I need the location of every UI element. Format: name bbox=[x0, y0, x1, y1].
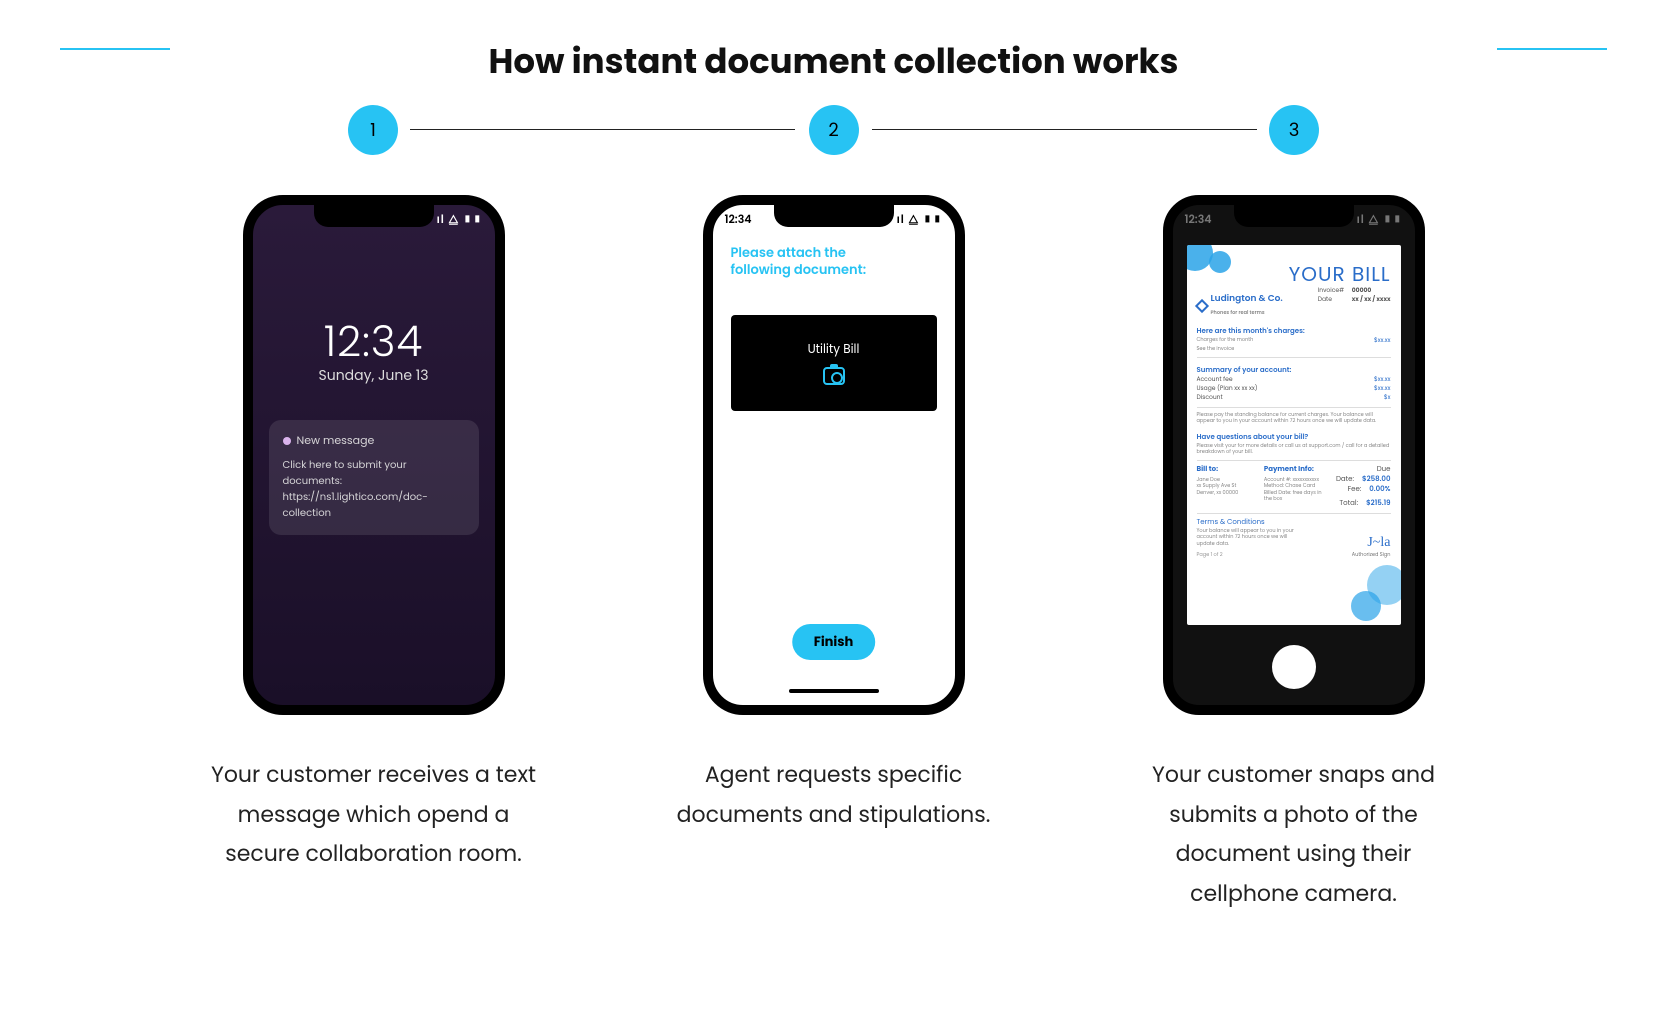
status-time: 12:34 bbox=[725, 211, 752, 228]
step-3-column: 12:34 ıl ⧋ ▮▮ YOUR BILL Ludington & Co. … bbox=[1124, 195, 1464, 913]
status-time: 12:34 bbox=[1185, 211, 1212, 228]
step-indicator: 1 2 3 bbox=[0, 95, 1667, 165]
bill-disclaimer: Please pay the standing balance for curr… bbox=[1197, 412, 1391, 425]
bill-meta: Invoice#00000 Datexx / xx / xxxx bbox=[1318, 287, 1391, 305]
phone-mock-lockscreen: 12:34 ıl ⧋ ▮▮ 12:34 Sunday, June 13 New … bbox=[243, 195, 505, 715]
camera-icon bbox=[823, 367, 845, 385]
step-connector-2 bbox=[872, 129, 1257, 130]
step-2-badge: 2 bbox=[809, 105, 859, 155]
notification-app-icon bbox=[283, 437, 291, 445]
captured-document: YOUR BILL Ludington & Co. Phones for rea… bbox=[1187, 245, 1401, 625]
company-logo-icon bbox=[1194, 299, 1208, 313]
step-1-caption: Your customer receives a text message wh… bbox=[204, 755, 544, 874]
section-questions: Have questions about your bill? bbox=[1197, 433, 1391, 443]
step-2-caption: Agent requests specific documents and st… bbox=[664, 755, 1004, 834]
step-1-badge: 1 bbox=[348, 105, 398, 155]
section-summary: Summary of your account: bbox=[1197, 366, 1391, 376]
phone-mock-capture: 12:34 ıl ⧋ ▮▮ YOUR BILL Ludington & Co. … bbox=[1163, 195, 1425, 715]
notification-title: New message bbox=[297, 432, 375, 449]
decor-blob bbox=[1351, 591, 1381, 621]
lockscreen-clock: 12:34 bbox=[253, 310, 495, 373]
status-icons: ıl ⧋ ▮▮ bbox=[437, 211, 483, 228]
payinfo-title: Payment Info: bbox=[1264, 465, 1323, 475]
decor-line-left bbox=[60, 48, 170, 50]
terms-title: Terms & Conditions bbox=[1197, 518, 1307, 528]
decor-blob bbox=[1209, 251, 1231, 273]
page-number: Page 1 of 2 bbox=[1197, 551, 1307, 559]
step-1-column: 12:34 ıl ⧋ ▮▮ 12:34 Sunday, June 13 New … bbox=[204, 195, 544, 913]
document-upload-tile[interactable]: Utility Bill bbox=[731, 315, 937, 411]
finish-button[interactable]: Finish bbox=[792, 624, 876, 660]
phone-mock-upload: 12:34 ıl ⧋ ▮▮ Please attach the followin… bbox=[703, 195, 965, 715]
company-tagline: Phones for real terms bbox=[1211, 309, 1265, 316]
notification-body-line1: Click here to submit your documents: bbox=[283, 457, 465, 489]
home-button[interactable] bbox=[1272, 645, 1316, 689]
step-3-badge: 3 bbox=[1269, 105, 1319, 155]
signature: J~la bbox=[1352, 535, 1391, 551]
step-2-column: 12:34 ıl ⧋ ▮▮ Please attach the followin… bbox=[664, 195, 1004, 913]
home-indicator bbox=[789, 689, 879, 693]
document-type-label: Utility Bill bbox=[808, 341, 860, 359]
decor-line-right bbox=[1497, 48, 1607, 50]
signature-label: Authorized Sign bbox=[1352, 551, 1391, 559]
notification-body-link: https://ns1.lightico.com/doc-collection bbox=[283, 489, 465, 521]
upload-prompt: Please attach the following document: bbox=[731, 245, 867, 279]
status-icons: ıl ⧋ ▮▮ bbox=[1357, 211, 1403, 228]
step-3-caption: Your customer snaps and submits a photo … bbox=[1124, 755, 1464, 913]
status-icons: ıl ⧋ ▮▮ bbox=[897, 211, 943, 228]
billto-title: Bill to: bbox=[1197, 465, 1256, 475]
step-connector-1 bbox=[410, 129, 795, 130]
notification-card[interactable]: New message Click here to submit your do… bbox=[269, 420, 479, 535]
company-name: Ludington & Co. bbox=[1211, 293, 1283, 305]
page-title: How instant document collection works bbox=[0, 36, 1667, 87]
lockscreen-date: Sunday, June 13 bbox=[253, 365, 495, 386]
